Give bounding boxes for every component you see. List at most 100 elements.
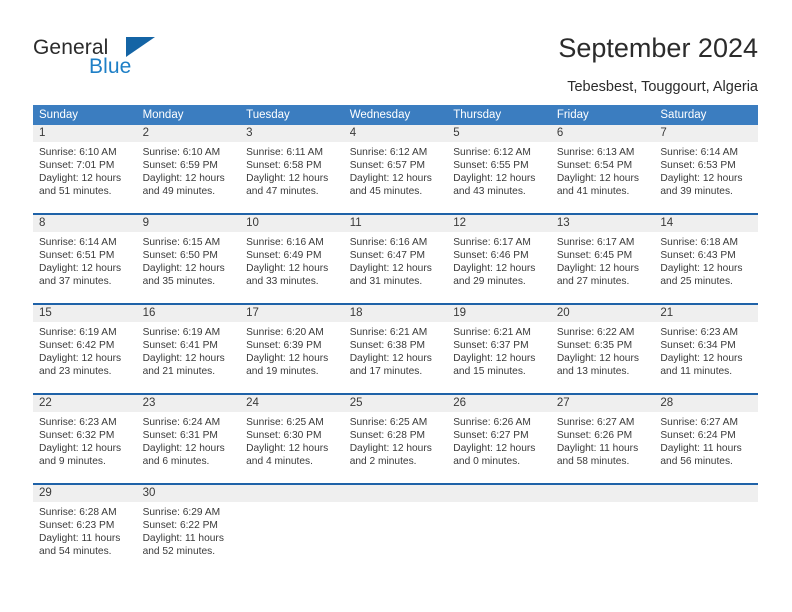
sunset-text: Sunset: 6:31 PM <box>142 430 218 442</box>
sunset-text: Sunset: 6:46 PM <box>453 250 529 262</box>
calendar-day-cell[interactable]: 28 Sunrise: 6:27 AM Sunset: 6:24 PM Dayligh… <box>654 395 758 474</box>
brand-logo[interactable]: General Blue <box>33 36 155 82</box>
daylight-text: Daylight: 12 hours <box>660 173 743 185</box>
sunset-text: Sunset: 6:51 PM <box>39 250 115 262</box>
sunrise-text: Sunrise: 6:18 AM <box>660 237 738 248</box>
sunrise-text: Sunrise: 6:20 AM <box>246 327 324 338</box>
calendar-day-cell[interactable]: 21 Sunrise: 6:23 AM Sunset: 6:34 PM Dayligh… <box>654 305 758 384</box>
day-number: 11 <box>343 215 448 232</box>
day-details: Sunrise: 6:14 AM Sunset: 6:53 PM Daylight:… <box>654 142 758 198</box>
sunset-text: Sunset: 6:55 PM <box>453 160 529 172</box>
day-details: Sunrise: 6:19 AM Sunset: 6:42 PM Daylight:… <box>33 322 137 378</box>
day-number: 1 <box>33 125 137 142</box>
calendar-day-cell[interactable]: 9 Sunrise: 6:15 AM Sunset: 6:50 PM Daylight… <box>136 215 241 294</box>
daylight-text: and 27 minutes. <box>556 276 630 288</box>
day-number: 27 <box>550 395 655 412</box>
sunrise-text: Sunrise: 6:27 AM <box>660 417 738 428</box>
sunset-text: Sunset: 6:37 PM <box>453 340 529 352</box>
day-details: Sunrise: 6:27 AM Sunset: 6:24 PM Daylight:… <box>654 412 758 468</box>
calendar-day-cell[interactable]: 1 Sunrise: 6:10 AM Sunset: 7:01 PM Daylight… <box>33 125 137 204</box>
day-number: 13 <box>550 215 655 232</box>
calendar-day-cell[interactable]: 25 Sunrise: 6:25 AM Sunset: 6:28 PM Dayligh… <box>343 395 448 474</box>
day-number: 22 <box>33 395 137 412</box>
calendar-day-cell[interactable]: 2 Sunrise: 6:10 AM Sunset: 6:59 PM Daylight… <box>136 125 241 204</box>
sunset-text: Sunset: 6:39 PM <box>246 340 322 352</box>
day-number <box>240 485 344 502</box>
calendar-day-cell[interactable]: 14 Sunrise: 6:18 AM Sunset: 6:43 PM Dayligh… <box>654 215 758 294</box>
calendar-day-cell[interactable]: 17 Sunrise: 6:20 AM Sunset: 6:39 PM Dayligh… <box>240 305 344 384</box>
day-details: Sunrise: 6:25 AM Sunset: 6:30 PM Daylight:… <box>240 412 344 468</box>
sunset-text: Sunset: 6:30 PM <box>246 430 322 442</box>
daylight-text: Daylight: 12 hours <box>39 353 122 365</box>
calendar-day-cell[interactable]: 30 Sunrise: 6:29 AM Sunset: 6:22 PM Dayligh… <box>136 485 241 564</box>
daylight-text: Daylight: 12 hours <box>246 443 329 455</box>
calendar-day-cell[interactable]: 7 Sunrise: 6:14 AM Sunset: 6:53 PM Daylight… <box>654 125 758 204</box>
daylight-text: and 23 minutes. <box>39 366 112 378</box>
calendar-day-cell[interactable]: 12 Sunrise: 6:17 AM Sunset: 6:46 PM Dayligh… <box>447 215 551 294</box>
calendar-day-cell-empty <box>343 485 448 564</box>
calendar-day-cell[interactable]: 8 Sunrise: 6:14 AM Sunset: 6:51 PM Daylight… <box>33 215 137 294</box>
daylight-text: Daylight: 12 hours <box>39 263 122 275</box>
daylight-text: Daylight: 12 hours <box>142 443 225 455</box>
calendar-day-cell[interactable]: 18 Sunrise: 6:21 AM Sunset: 6:38 PM Dayligh… <box>343 305 448 384</box>
daylight-text: and 4 minutes. <box>246 456 313 468</box>
calendar-day-cell[interactable]: 29 Sunrise: 6:28 AM Sunset: 6:23 PM Dayligh… <box>33 485 137 564</box>
sunrise-text: Sunrise: 6:23 AM <box>660 327 738 338</box>
day-details: Sunrise: 6:16 AM Sunset: 6:49 PM Daylight:… <box>240 232 344 288</box>
sunrise-text: Sunrise: 6:27 AM <box>556 417 635 428</box>
day-number: 9 <box>136 215 241 232</box>
day-number <box>343 485 448 502</box>
daylight-text: and 47 minutes. <box>246 186 319 198</box>
day-number: 16 <box>136 305 241 322</box>
sunrise-text: Sunrise: 6:21 AM <box>349 327 428 338</box>
calendar-day-cell[interactable]: 6 Sunrise: 6:13 AM Sunset: 6:54 PM Daylight… <box>550 125 655 204</box>
daylight-text: Daylight: 12 hours <box>556 353 639 365</box>
calendar-day-cell[interactable]: 10 Sunrise: 6:16 AM Sunset: 6:49 PM Dayligh… <box>240 215 344 294</box>
day-details: Sunrise: 6:18 AM Sunset: 6:43 PM Daylight:… <box>654 232 758 288</box>
calendar-day-cell[interactable]: 26 Sunrise: 6:26 AM Sunset: 6:27 PM Dayligh… <box>447 395 551 474</box>
daylight-text: Daylight: 11 hours <box>660 443 742 455</box>
calendar-day-cell[interactable]: 11 Sunrise: 6:16 AM Sunset: 6:47 PM Dayligh… <box>343 215 448 294</box>
day-number: 14 <box>654 215 758 232</box>
day-details: Sunrise: 6:27 AM Sunset: 6:26 PM Daylight:… <box>551 412 655 468</box>
calendar-day-cell[interactable]: 27 Sunrise: 6:27 AM Sunset: 6:26 PM Dayligh… <box>550 395 655 474</box>
calendar-day-cell[interactable]: 5 Sunrise: 6:12 AM Sunset: 6:55 PM Daylight… <box>447 125 551 204</box>
day-number: 19 <box>447 305 551 322</box>
calendar-day-cell[interactable]: 15 Sunrise: 6:19 AM Sunset: 6:42 PM Dayligh… <box>33 305 137 384</box>
daylight-text: and 21 minutes. <box>142 366 216 378</box>
sunrise-text: Sunrise: 6:22 AM <box>556 327 635 338</box>
day-details <box>344 502 448 506</box>
calendar-day-cell[interactable]: 19 Sunrise: 6:21 AM Sunset: 6:37 PM Dayligh… <box>447 305 551 384</box>
daylight-text: and 43 minutes. <box>453 186 526 198</box>
calendar-day-cell-empty <box>447 485 551 564</box>
calendar-day-cell-empty <box>550 485 655 564</box>
day-number: 18 <box>343 305 448 322</box>
sunrise-text: Sunrise: 6:26 AM <box>453 417 531 428</box>
day-number: 25 <box>343 395 448 412</box>
day-details: Sunrise: 6:26 AM Sunset: 6:27 PM Daylight:… <box>447 412 551 468</box>
daylight-text: and 13 minutes. <box>556 366 630 378</box>
weekday-header-monday: Monday <box>142 109 184 121</box>
calendar-day-cell[interactable]: 24 Sunrise: 6:25 AM Sunset: 6:30 PM Dayligh… <box>240 395 344 474</box>
sunset-text: Sunset: 6:57 PM <box>349 160 426 172</box>
calendar-day-cell[interactable]: 16 Sunrise: 6:19 AM Sunset: 6:41 PM Dayligh… <box>136 305 241 384</box>
daylight-text: and 35 minutes. <box>142 276 216 288</box>
day-details: Sunrise: 6:12 AM Sunset: 6:57 PM Daylight:… <box>344 142 448 198</box>
weekday-header-sunday: Sunday <box>39 109 79 121</box>
calendar-day-cell[interactable]: 3 Sunrise: 6:11 AM Sunset: 6:58 PM Daylight… <box>240 125 344 204</box>
calendar-day-cell[interactable]: 20 Sunrise: 6:22 AM Sunset: 6:35 PM Dayligh… <box>550 305 655 384</box>
sunrise-text: Sunrise: 6:25 AM <box>349 417 428 428</box>
calendar-day-cell[interactable]: 13 Sunrise: 6:17 AM Sunset: 6:45 PM Dayligh… <box>550 215 655 294</box>
daylight-text: and 37 minutes. <box>39 276 112 288</box>
sunset-text: Sunset: 6:23 PM <box>39 520 115 532</box>
sunrise-text: Sunrise: 6:19 AM <box>39 327 117 338</box>
daylight-text: and 31 minutes. <box>349 276 423 288</box>
calendar-day-cell[interactable]: 23 Sunrise: 6:24 AM Sunset: 6:31 PM Dayligh… <box>136 395 241 474</box>
day-details <box>654 502 758 506</box>
daylight-text: Daylight: 11 hours <box>39 533 121 545</box>
sunset-text: Sunset: 6:32 PM <box>39 430 115 442</box>
day-number: 10 <box>240 215 344 232</box>
calendar-day-cell[interactable]: 4 Sunrise: 6:12 AM Sunset: 6:57 PM Daylight… <box>343 125 448 204</box>
calendar-day-cell[interactable]: 22 Sunrise: 6:23 AM Sunset: 6:32 PM Dayligh… <box>33 395 137 474</box>
day-details: Sunrise: 6:24 AM Sunset: 6:31 PM Daylight:… <box>137 412 241 468</box>
